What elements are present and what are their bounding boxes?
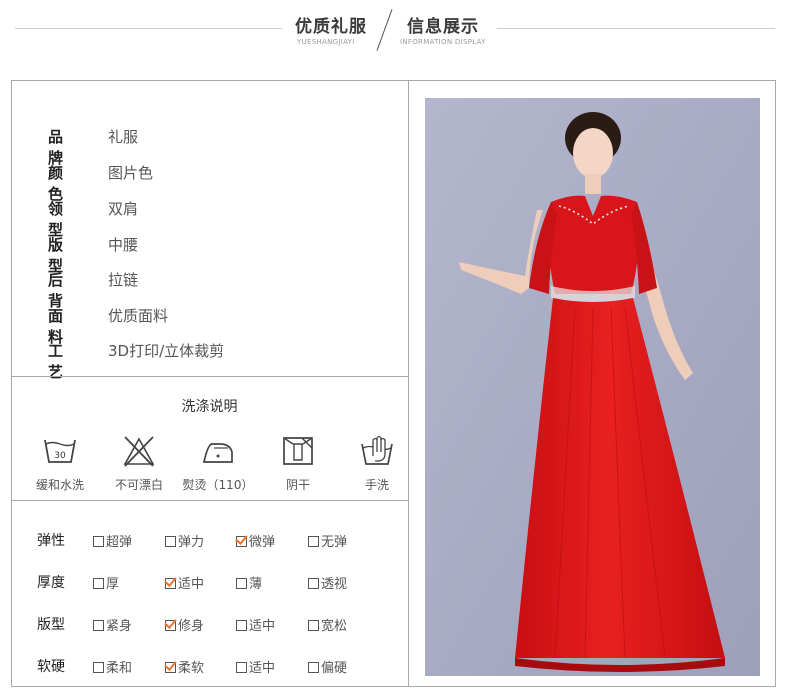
spec-value: 3D打印/立体裁剪 [108,342,225,360]
care-item: 手洗 [337,434,417,493]
attr-option[interactable]: 微弹 [236,531,275,550]
header-title-left: 优质礼服 [295,17,367,37]
section-header: 优质礼服 YUESHANGJIAYI 信息展示 INFORMATION DISP… [0,0,790,60]
header-subtitle-right: INFORMATION DISPLAY [400,38,486,46]
attr-option[interactable]: 宽松 [308,615,347,634]
attr-row-elasticity: 弹性 超弹 弹力 微弹 无弹 [11,530,408,552]
attr-option[interactable]: 适中 [236,657,275,676]
care-item: 阴干 [258,434,338,493]
care-item: 不可漂白 [99,434,179,493]
spec-value: 拉链 [108,271,139,289]
header-divider-right [497,28,775,29]
checkbox[interactable] [93,662,104,673]
checkbox-checked[interactable] [165,578,176,589]
checkbox-checked[interactable] [165,662,176,673]
iron-icon [202,443,233,463]
checkbox[interactable] [165,536,176,547]
attr-option[interactable]: 紧身 [93,615,132,634]
hand-wash-icon [361,435,393,465]
checkbox-checked[interactable] [236,536,247,547]
care-item: 30 缓和水洗 [20,434,100,493]
checkbox[interactable] [308,578,319,589]
care-label: 手洗 [364,478,389,492]
attr-option[interactable]: 弹力 [165,531,204,550]
header-divider-left [15,28,282,29]
spec-value: 双肩 [108,200,139,218]
attr-row-thickness: 厚度 厚 适中 薄 透视 [11,572,408,594]
spec-list: 品牌 礼服 颜色 图片色 领型 双肩 版型 中腰 后背 拉链 面料 优质面料 工… [11,80,408,381]
attr-key: 版型 [37,617,65,633]
attr-option[interactable]: 薄 [236,573,262,592]
care-item: 熨烫（110） [178,434,258,493]
header-title-right: 信息展示 [407,17,479,37]
care-label: 熨烫（110） [182,478,254,492]
checkbox[interactable] [236,662,247,673]
checkbox[interactable] [308,536,319,547]
checkbox[interactable] [93,620,104,631]
shade-dry-icon [283,437,313,465]
spec-value: 礼服 [108,128,139,146]
checkbox-checked[interactable] [165,620,176,631]
attr-row-fit: 版型 紧身 修身 适中 宽松 [11,614,408,636]
header-subtitle-left: YUESHANGJIAYI [297,38,355,46]
header-slash [376,9,393,51]
checkbox[interactable] [308,662,319,673]
attr-option[interactable]: 适中 [236,615,275,634]
attr-key: 软硬 [37,659,65,675]
checkbox[interactable] [93,578,104,589]
wash-30-icon: 30 [44,439,76,463]
spec-value: 优质面料 [108,307,169,325]
attr-key: 弹性 [37,533,65,549]
checkbox[interactable] [236,578,247,589]
section-divider [11,500,408,501]
dress-illustration [425,98,760,676]
spec-value: 图片色 [108,164,154,182]
panel-vertical-divider [408,80,409,687]
wash-temp-badge: 30 [54,451,66,461]
attr-option[interactable]: 偏硬 [308,657,347,676]
attr-option[interactable]: 超弹 [93,531,132,550]
care-label: 缓和水洗 [35,478,84,492]
checkbox[interactable] [93,536,104,547]
attr-option[interactable]: 修身 [165,615,204,634]
attr-key: 厚度 [37,575,65,591]
attr-option[interactable]: 适中 [165,573,204,592]
section-divider [11,376,408,377]
attr-option[interactable]: 无弹 [308,531,347,550]
attr-option[interactable]: 柔软 [165,657,204,676]
checkbox[interactable] [236,620,247,631]
care-label: 不可漂白 [114,478,163,492]
attr-row-softness: 软硬 柔和 柔软 适中 偏硬 [11,656,408,678]
attr-option[interactable]: 透视 [308,573,347,592]
care-title: 洗涤说明 [181,399,238,415]
no-bleach-icon [123,436,155,467]
care-label: 阴干 [285,478,310,492]
checkbox[interactable] [308,620,319,631]
product-photo [425,98,760,676]
attr-option[interactable]: 柔和 [93,657,132,676]
spec-value: 中腰 [108,236,139,254]
attr-option[interactable]: 厚 [93,573,119,592]
